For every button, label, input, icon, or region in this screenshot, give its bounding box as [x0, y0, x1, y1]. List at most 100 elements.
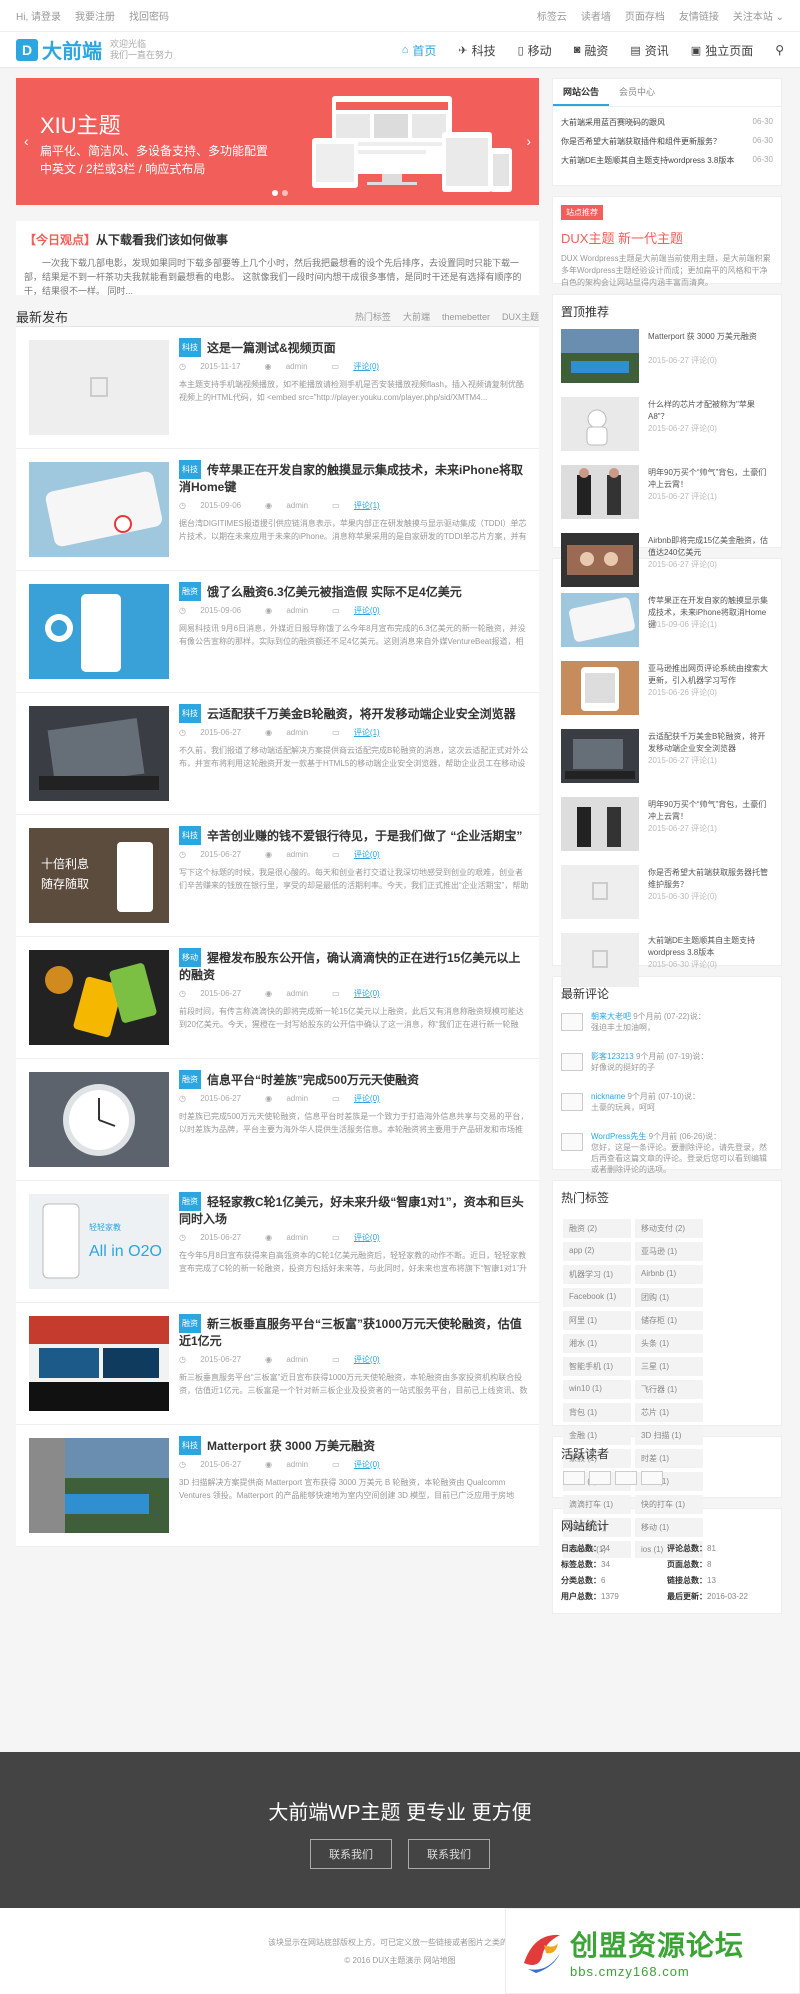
- post-comments[interactable]: ▭ 评论(1): [332, 728, 392, 737]
- post-comments-link[interactable]: 评论(1): [354, 728, 380, 737]
- post-thumbnail[interactable]: [29, 1316, 169, 1411]
- post-comments-link[interactable]: 评论(0): [354, 850, 380, 859]
- comment-item[interactable]: 影客123213 9个月前 (07-19)说： 好像说的挺好的子: [553, 1047, 781, 1087]
- sidebar-post-title[interactable]: 云适配获千万美金B轮融资，将开发移动端企业安全浏览器: [648, 731, 773, 755]
- nav-item[interactable]: ▣ 独立页面: [691, 42, 753, 59]
- topbar-link[interactable]: 读者墙: [581, 12, 611, 23]
- tag-item[interactable]: 融资 (2): [563, 1219, 631, 1238]
- post-category-badge[interactable]: 移动: [179, 948, 201, 967]
- slider-dots[interactable]: [272, 190, 292, 196]
- sidebar-post-title[interactable]: 明年90万买个“帅气”背包，土豪们冲上云霄！: [648, 799, 773, 823]
- sidebar-post-comments[interactable]: 评论(1): [691, 824, 717, 833]
- commenter-name[interactable]: WordPress先生: [591, 1132, 646, 1141]
- sidebar-post-comments[interactable]: 评论(1): [691, 756, 717, 765]
- nav-item[interactable]: ⌂ 首页: [402, 42, 437, 59]
- latest-link[interactable]: 大前端: [403, 312, 430, 322]
- post-title[interactable]: 融资 新三板垂直服务平台“三板富”获1000万元天使轮融资，估值近1亿元: [179, 1314, 529, 1350]
- post-title-text[interactable]: 传苹果正在开发自家的触摸显示集成技术，未来iPhone将取消Home键: [179, 463, 523, 494]
- post-title-text[interactable]: 饿了么融资6.3亿美元被指造假 实际不足4亿美元: [207, 585, 462, 599]
- post-comments[interactable]: ▭ 评论(0): [332, 989, 392, 998]
- search-icon[interactable]: ⚲: [775, 43, 784, 57]
- post-category-badge[interactable]: 科技: [179, 826, 201, 845]
- tag-item[interactable]: 时差 (1): [635, 1449, 703, 1468]
- tag-item[interactable]: 团购 (1): [635, 1288, 703, 1307]
- post-thumbnail[interactable]: [29, 950, 169, 1045]
- post-comments[interactable]: ▭ 评论(0): [332, 850, 392, 859]
- sidebar-post-thumbnail[interactable]: [561, 397, 639, 451]
- topbar-link[interactable]: 友情链接: [679, 12, 719, 23]
- comment-item[interactable]: 朝来大老吧 9个月前 (07-22)说： 强迫丰土加油啊，: [553, 1007, 781, 1047]
- tag-item[interactable]: 金融 (1): [563, 1426, 631, 1445]
- post-title[interactable]: 融资 轻轻家教C轮1亿美元，好未来升级“智康1对1”，资本和巨头同时入场: [179, 1192, 529, 1228]
- post-item[interactable]: 融资 新三板垂直服务平台“三板富”获1000万元天使轮融资，估值近1亿元 ◷ 201…: [16, 1303, 539, 1425]
- latest-link[interactable]: themebetter: [442, 312, 490, 322]
- post-title-text[interactable]: 猩橙发布股东公开信，确认滴滴快的正在进行15亿美元以上的融资: [179, 951, 520, 982]
- notice-title[interactable]: 你是否希望大前端获取插件和组件更新服务？: [561, 136, 721, 147]
- post-item[interactable]: 科技 云适配获千万美金B轮融资，将开发移动端企业安全浏览器 ◷ 2015-06-27…: [16, 693, 539, 815]
- post-comments[interactable]: ▭ 评论(0): [332, 606, 392, 615]
- post-title[interactable]: 移动 猩橙发布股东公开信，确认滴滴快的正在进行15亿美元以上的融资: [179, 948, 529, 984]
- sidebar-post[interactable]: 你是否希望大前端获取服务器托管维护服务？ 2015-06-30 评论(0): [553, 861, 781, 919]
- post-comments-link[interactable]: 评论(0): [354, 1355, 380, 1364]
- sidebar-post-title[interactable]: Matterport 获 3000 万美元融资: [648, 331, 773, 343]
- slider-next-icon[interactable]: ›: [526, 133, 531, 149]
- nav-item[interactable]: ◙ 融资: [574, 42, 609, 59]
- slider-prev-icon[interactable]: ‹: [24, 133, 29, 149]
- sidebar-post-comments[interactable]: 评论(0): [691, 688, 717, 697]
- post-comments-link[interactable]: 评论(0): [354, 1094, 380, 1103]
- post-item[interactable]: 融资 信息平台“时差族”完成500万元天使融资 ◷ 2015-06-27 ◉ admi…: [16, 1059, 539, 1181]
- tag-item[interactable]: 智能手机 (1): [563, 1357, 631, 1376]
- tag-item[interactable]: 阿里 (1): [563, 1311, 631, 1330]
- sidebar-post[interactable]: 云适配获千万美金B轮融资，将开发移动端企业安全浏览器 2015-06-27 评论(…: [553, 725, 781, 783]
- topbar-link[interactable]: 标签云: [537, 12, 567, 23]
- nav-item[interactable]: ▤ 资讯: [630, 42, 668, 59]
- post-thumbnail[interactable]: [29, 340, 169, 435]
- tag-item[interactable]: 滴滴打车 (1): [563, 1495, 631, 1514]
- post-title[interactable]: 科技 云适配获千万美金B轮融资，将开发移动端企业安全浏览器: [179, 704, 529, 723]
- notice-item[interactable]: 大前端DE主题顺其自主题支持wordpress 3.8版本 06-30: [553, 151, 781, 170]
- commenter-avatar[interactable]: [561, 1013, 583, 1031]
- post-comments-link[interactable]: 评论(0): [354, 989, 380, 998]
- post-comments-link[interactable]: 评论(0): [354, 606, 380, 615]
- latest-link[interactable]: 热门标签: [355, 312, 391, 322]
- sidebar-post-thumbnail[interactable]: [561, 593, 639, 647]
- sidebar-post-comments[interactable]: 评论(0): [691, 960, 717, 969]
- sidebar-post-thumbnail[interactable]: [561, 465, 639, 519]
- sidebar-post[interactable]: 亚马逊推出网页评论系统由搜索大更新，引入机器学习写作 2015-06-26 评论(…: [553, 657, 781, 715]
- tag-item[interactable]: 储存柜 (1): [635, 1311, 703, 1330]
- tag-item[interactable]: 移动支付 (2): [635, 1219, 703, 1238]
- commenter-avatar[interactable]: [561, 1093, 583, 1111]
- post-item[interactable]: 科技 传苹果正在开发自家的触摸显示集成技术，未来iPhone将取消Home键 ◷ 2…: [16, 449, 539, 571]
- contact-button-2[interactable]: 联系我们: [408, 1839, 490, 1869]
- post-title[interactable]: 科技 传苹果正在开发自家的触摸显示集成技术，未来iPhone将取消Home键: [179, 460, 529, 496]
- comment-item[interactable]: WordPress先生 9个月前 (06-26)说： 您好，这是一条评论。要删除评…: [553, 1127, 781, 1183]
- sidebar-post-thumbnail[interactable]: [561, 329, 639, 383]
- sidebar-post[interactable]: 什么样的芯片才配被称为"苹果A8"？ 2015-06-27 评论(0): [553, 393, 781, 451]
- tag-item[interactable]: 飞行器 (1): [635, 1380, 703, 1399]
- sidebar-post-title[interactable]: 你是否希望大前端获取服务器托管维护服务？: [648, 867, 773, 891]
- post-comments-link[interactable]: 评论(0): [354, 1233, 380, 1242]
- reader-avatar[interactable]: [615, 1471, 637, 1485]
- post-title[interactable]: 科技 这是一篇测试&视频页面: [179, 338, 529, 357]
- post-thumbnail[interactable]: 十倍利息 随存随取: [29, 828, 169, 923]
- reader-avatar[interactable]: [641, 1471, 663, 1485]
- sidebar-post-title[interactable]: 大前端DE主题顺其自主题支持wordpress 3.8版本: [648, 935, 773, 959]
- notice-title[interactable]: 大前端DE主题顺其自主题支持wordpress 3.8版本: [561, 155, 734, 166]
- site-logo[interactable]: D 大前端 欢迎光临 我们一直在努力: [16, 35, 173, 64]
- topbar-link[interactable]: 找回密码: [129, 12, 169, 23]
- post-category-badge[interactable]: 融资: [179, 1192, 201, 1211]
- tag-item[interactable]: 机器学习 (1): [563, 1265, 631, 1284]
- ad-title[interactable]: DUX主题 新一代主题: [561, 228, 773, 247]
- commenter-avatar[interactable]: [561, 1053, 583, 1071]
- post-title-text[interactable]: Matterport 获 3000 万美元融资: [207, 1439, 375, 1453]
- tag-item[interactable]: 头条 (1): [635, 1334, 703, 1353]
- post-category-badge[interactable]: 科技: [179, 338, 201, 357]
- post-comments-link[interactable]: 评论(0): [353, 362, 379, 371]
- banner-slider[interactable]: ‹ › XIU主题 扁平化、简洁风、多设备支持、多功能配置 中英文 / 2栏或3…: [16, 78, 539, 205]
- sidebar-post-title[interactable]: 亚马逊推出网页评论系统由搜索大更新，引入机器学习写作: [648, 663, 773, 687]
- notice-item[interactable]: 你是否希望大前端获取插件和组件更新服务？ 06-30: [553, 132, 781, 151]
- sidebar-post-thumbnail[interactable]: [561, 729, 639, 783]
- post-category-badge[interactable]: 科技: [179, 460, 201, 479]
- post-thumbnail[interactable]: [29, 462, 169, 557]
- tag-item[interactable]: app (2): [563, 1242, 631, 1261]
